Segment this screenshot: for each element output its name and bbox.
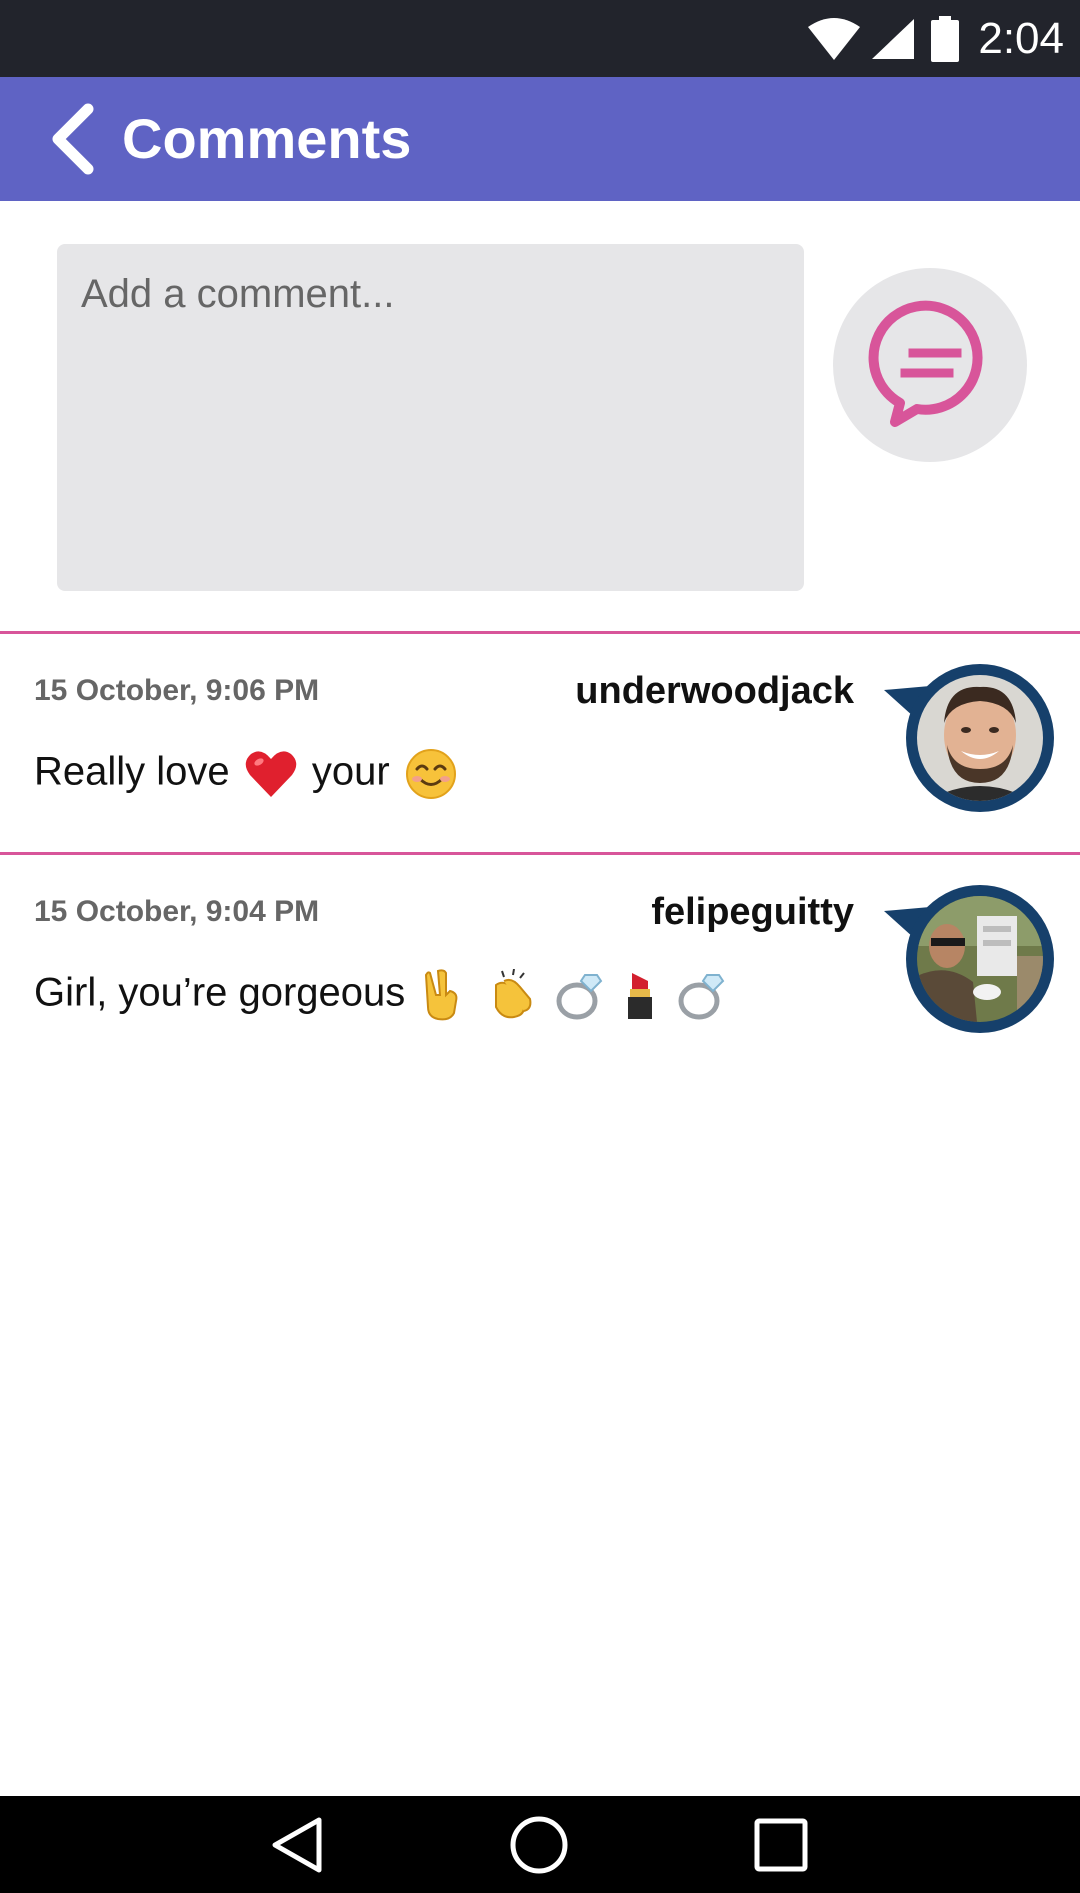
avatar-photo xyxy=(917,896,1043,1022)
smiling-face-emoji-icon xyxy=(405,749,456,799)
comment-text-part: your xyxy=(311,749,390,794)
comment-item: 15 October, 9:06 PM underwoodjack Really… xyxy=(0,634,1080,852)
comment-text: Girl, you’re gorgeous xyxy=(34,969,729,1021)
battery-icon xyxy=(931,15,960,62)
comment-input[interactable] xyxy=(57,244,804,591)
comment-username[interactable]: underwoodjack xyxy=(575,670,854,713)
avatar-photo xyxy=(917,675,1043,801)
navigation-bar xyxy=(0,1796,1080,1893)
nav-home-button[interactable] xyxy=(504,1810,574,1880)
comment-bubble-icon xyxy=(868,300,983,427)
status-time: 2:04 xyxy=(978,13,1064,63)
comment-text-part: Girl, you’re gorgeous xyxy=(34,970,406,1015)
lipstick-emoji-icon xyxy=(627,973,652,1019)
page-title: Comments xyxy=(122,107,412,170)
ring-emoji-icon xyxy=(678,974,725,1020)
ring-emoji-icon xyxy=(556,974,602,1020)
red-heart-emoji-icon xyxy=(245,751,297,797)
comment-item: 15 October, 9:04 PM felipeguitty Girl, y… xyxy=(0,855,1080,1073)
status-icons: 2:04 xyxy=(806,0,1064,77)
victory-hand-emoji-icon xyxy=(425,969,458,1021)
comment-timestamp: 15 October, 9:06 PM xyxy=(34,674,320,707)
triangle-back-icon xyxy=(272,1817,322,1873)
person-photo-icon xyxy=(917,675,1043,801)
avatar xyxy=(906,885,1054,1033)
avatar-felipeguitty[interactable] xyxy=(884,885,1054,1035)
back-button[interactable] xyxy=(30,97,114,181)
nav-recents-button[interactable] xyxy=(746,1810,816,1880)
circle-home-icon xyxy=(510,1816,568,1874)
comment-timestamp: 15 October, 9:04 PM xyxy=(34,895,320,928)
status-bar: 2:04 xyxy=(0,0,1080,77)
comment-text: Really love your xyxy=(34,748,461,800)
avatar-underwoodjack[interactable] xyxy=(884,664,1054,814)
chevron-left-icon xyxy=(52,103,94,175)
nav-back-button[interactable] xyxy=(262,1810,332,1880)
app-bar: Comments xyxy=(0,77,1080,201)
cellular-signal-icon xyxy=(872,18,915,59)
comment-username[interactable]: felipeguitty xyxy=(651,891,854,934)
outdoor-photo-icon xyxy=(917,896,1043,1022)
comment-text-part: Really love xyxy=(34,749,230,794)
post-comment-button[interactable] xyxy=(833,268,1027,462)
wifi-icon xyxy=(808,17,861,60)
clapping-hands-emoji-icon xyxy=(494,969,531,1019)
avatar xyxy=(906,664,1054,812)
square-recents-icon xyxy=(754,1818,808,1872)
